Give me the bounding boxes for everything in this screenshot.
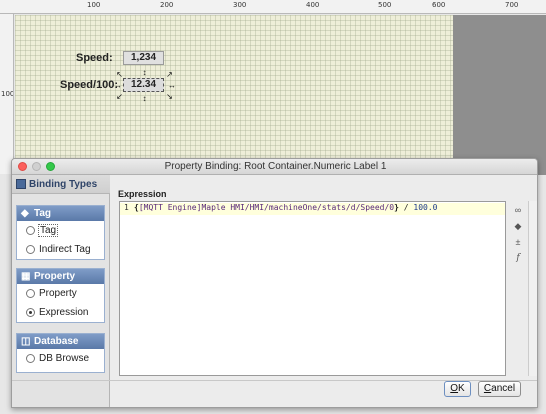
expression-section-label: Expression — [118, 189, 167, 199]
ruler-tick-label: 600 — [432, 1, 446, 9]
dialog-title: Property Binding: Root Container.Numeric… — [164, 161, 387, 172]
ruler-tick-label: 500 — [378, 1, 392, 9]
property-binding-dialog: Property Binding: Root Container.Numeric… — [11, 158, 538, 408]
binding-option-label: DB Browse — [39, 353, 90, 364]
ruler-tick-label: 300 — [233, 1, 247, 9]
resize-handle-sw-icon[interactable]: ↙ — [116, 93, 123, 101]
ruler-tick-label: 100 — [1, 90, 14, 98]
resize-handle-ne-icon[interactable]: ↗ — [166, 71, 173, 79]
dialog-titlebar[interactable]: Property Binding: Root Container.Numeric… — [12, 159, 537, 175]
ok-label-rest: K — [458, 383, 465, 394]
binding-option-label: Property — [39, 288, 77, 299]
operator: / — [398, 203, 414, 212]
binding-option-tag[interactable]: Tag — [17, 221, 104, 240]
tag-group: ◆ Tag Tag Indirect Tag — [16, 205, 105, 260]
binding-option-expression[interactable]: Expression — [17, 303, 104, 322]
function-icon[interactable]: f — [511, 251, 525, 265]
radio-button[interactable] — [26, 245, 35, 254]
expression-editor[interactable]: 1 {[MQTT Engine]Maple HMI/HMI/machineOne… — [119, 201, 506, 376]
radio-button[interactable] — [26, 289, 35, 298]
design-canvas[interactable] — [15, 15, 453, 175]
database-group-label: Database — [34, 336, 79, 347]
tag-icon: ◆ — [21, 208, 29, 219]
radio-button[interactable] — [26, 354, 35, 363]
tag-group-header[interactable]: ◆ Tag — [17, 206, 104, 221]
binding-option-property[interactable]: Property — [17, 284, 104, 303]
cancel-label-rest: ancel — [491, 383, 516, 394]
binding-types-title: Binding Types — [29, 179, 98, 190]
database-group: ◫ Database DB Browse — [16, 333, 105, 373]
property-group: ▦ Property Property Expression — [16, 268, 105, 323]
binding-types-icon — [16, 179, 26, 189]
cancel-button[interactable]: Cancel — [478, 381, 521, 397]
horizontal-ruler: 100 200 300 400 500 600 700 — [0, 0, 546, 14]
speed100-label[interactable]: Speed/100: — [60, 79, 118, 91]
vertical-scrollbar[interactable] — [528, 201, 537, 376]
add-operator-icon[interactable]: ± — [511, 235, 525, 249]
ok-mnemonic: O — [450, 383, 459, 394]
binding-option-db-browse[interactable]: DB Browse — [17, 349, 104, 368]
resize-handle-w-icon[interactable]: ↔ — [114, 82, 122, 90]
expression-tools: ∞ ◆ ± f — [509, 203, 527, 267]
ruler-tick-label: 700 — [505, 1, 519, 9]
speed-label[interactable]: Speed: — [76, 52, 113, 64]
property-icon: ▦ — [21, 271, 31, 282]
resize-handle-nw-icon[interactable]: ↖ — [116, 71, 123, 79]
vertical-ruler: 100 — [0, 14, 14, 174]
resize-handle-e-icon[interactable]: ↔ — [168, 82, 176, 90]
binding-types-panel: Binding Types ◆ Tag Tag Indirect Tag ▦ P… — [12, 175, 110, 407]
designer-window: 100 200 300 400 500 600 700 100 Speed: 1… — [0, 0, 546, 414]
property-group-label: Property — [34, 271, 76, 282]
resize-handle-n-icon[interactable]: ↕ — [141, 69, 148, 77]
divisor: 100.0 — [413, 203, 438, 212]
ok-button[interactable]: OK — [444, 381, 471, 397]
ruler-tick-label: 200 — [160, 1, 174, 9]
expression-code[interactable]: {[MQTT Engine]Maple HMI/HMI/machineOne/s… — [134, 202, 437, 214]
ruler-tick-label: 400 — [306, 1, 320, 9]
tag-icon[interactable]: ◆ — [511, 219, 525, 233]
speed100-numeric-label[interactable]: 12.34 — [123, 78, 164, 92]
database-group-header[interactable]: ◫ Database — [17, 334, 104, 349]
binding-option-label: Tag — [38, 224, 59, 237]
radio-button[interactable] — [26, 226, 35, 235]
line-number: 1 — [124, 203, 129, 212]
database-icon: ◫ — [21, 336, 31, 347]
binding-types-header: Binding Types — [12, 175, 110, 194]
tag-group-label: Tag — [34, 208, 52, 219]
radio-button-selected[interactable] — [26, 308, 35, 317]
binding-option-label: Indirect Tag — [39, 244, 91, 255]
binding-option-label: Expression — [39, 307, 89, 318]
ruler-tick-label: 100 — [87, 1, 101, 9]
speed-numeric-label[interactable]: 1,234 — [123, 51, 164, 65]
link-icon[interactable]: ∞ — [511, 203, 525, 217]
tag-path: [MQTT Engine]Maple HMI/HMI/machineOne/st… — [138, 203, 395, 212]
property-group-header[interactable]: ▦ Property — [17, 269, 104, 284]
resize-handle-s-icon[interactable]: ↕ — [141, 95, 148, 103]
resize-handle-se-icon[interactable]: ↘ — [166, 93, 173, 101]
binding-option-indirect-tag[interactable]: Indirect Tag — [17, 240, 104, 259]
canvas-background — [453, 15, 546, 175]
